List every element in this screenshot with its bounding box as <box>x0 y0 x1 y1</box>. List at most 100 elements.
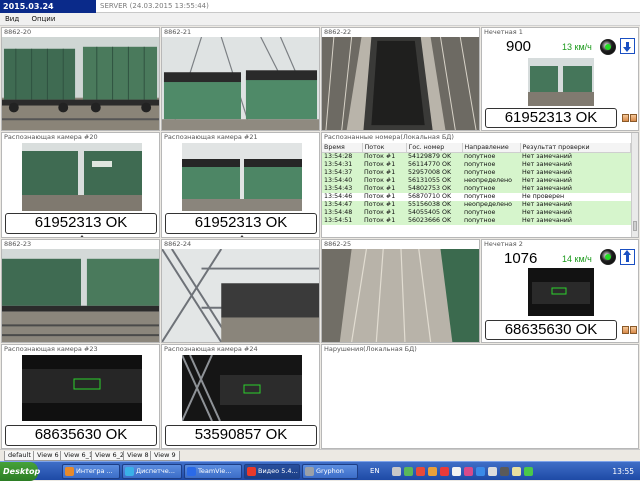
tray-icon[interactable] <box>440 467 449 476</box>
tray-icon[interactable] <box>464 467 473 476</box>
title-bar: 2015.03.24 13:55:45:149 SERVER (24.03.20… <box>0 0 640 24</box>
task-gryphon[interactable]: Gryphon <box>302 464 358 479</box>
settings-icon[interactable] <box>622 326 629 334</box>
col-direction[interactable]: Направление <box>462 143 521 153</box>
tray-icon[interactable] <box>416 467 425 476</box>
table-row[interactable]: 13:54:51 Поток #1 56023666 OK попутное Нет з… <box>322 216 631 225</box>
tray-icon[interactable] <box>500 467 509 476</box>
camera-8862-25[interactable]: 8862-25 <box>321 239 480 343</box>
tab-view-6[interactable]: View 6 <box>33 451 63 461</box>
task-teamviewer[interactable]: TeamVie... <box>184 464 242 479</box>
recog-camera-24-number: 53590857 OK <box>165 425 317 446</box>
settings-icon[interactable] <box>630 326 637 334</box>
table-cell-time: 13:54:51 <box>322 216 362 225</box>
table-row[interactable]: 13:54:31 Поток #1 56114770 OK попутное Нет з… <box>322 160 631 169</box>
tray-icon[interactable] <box>428 467 437 476</box>
col-stream[interactable]: Поток <box>362 143 407 153</box>
odd-track-2-snapshot <box>528 268 594 316</box>
table-row[interactable]: 13:54:48 Поток #1 54055405 OK попутное Нет з… <box>322 208 631 217</box>
language-indicator[interactable]: EN <box>370 462 380 481</box>
camera-view <box>162 249 319 342</box>
view-tabs: default View 6 View 6_1 View 6_2 View 8 … <box>0 449 640 461</box>
table-row[interactable]: 13:54:43 Поток #1 54802753 OK попутное Нет з… <box>322 184 631 193</box>
table-cell-stream: Поток #1 <box>362 208 406 217</box>
tray-icon[interactable] <box>392 467 401 476</box>
camera-view <box>2 249 159 342</box>
table-row[interactable]: 13:54:37 Поток #1 52957008 OK попутное Нет з… <box>322 168 631 177</box>
camera-label: 8862-24 <box>164 240 192 248</box>
settings-icon[interactable] <box>622 114 629 122</box>
recog-camera-label: Распознающая камера #24 <box>164 345 258 353</box>
camera-view <box>322 249 479 342</box>
camera-label: 8862-21 <box>164 28 192 36</box>
col-time[interactable]: Время <box>322 143 363 153</box>
table-cell-result: Нет замечаний <box>520 184 631 193</box>
tray-icon[interactable] <box>476 467 485 476</box>
scrollbar[interactable] <box>631 133 638 237</box>
table-cell-direction: попутное <box>462 192 520 201</box>
tray-icon[interactable] <box>512 467 521 476</box>
task-dispatcher[interactable]: Диспетче... <box>122 464 182 479</box>
app-icon <box>125 467 134 476</box>
table-row[interactable]: 13:54:28 Поток #1 54129879 OK попутное Нет з… <box>322 152 631 161</box>
tray-icon[interactable] <box>488 467 497 476</box>
tab-default[interactable]: default <box>4 451 35 461</box>
col-number[interactable]: Гос. номер <box>406 143 463 153</box>
clock: 13:55 <box>612 467 634 476</box>
arrow-up-icon[interactable] <box>620 249 635 265</box>
menu-options[interactable]: Опции <box>26 13 60 26</box>
table-cell-result: Нет замечаний <box>520 176 631 185</box>
camera-8862-20[interactable]: 8862-20 <box>1 27 160 131</box>
col-result[interactable]: Результат проверки <box>520 143 631 153</box>
tab-view-9[interactable]: View 9 <box>150 451 180 461</box>
recog-camera-23[interactable]: Распознающая камера #23 68635630 OK <box>1 344 160 449</box>
camera-8862-21[interactable]: 8862-21 <box>161 27 320 131</box>
odd-track-2-count: 1076 <box>504 250 538 267</box>
table-cell-direction: попутное <box>462 168 520 177</box>
recog-camera-20[interactable]: Распознающая камера #20 61952313 OK <box>1 132 160 238</box>
recognized-numbers-table[interactable]: Время Поток Гос. номер Направление Резул… <box>322 143 631 237</box>
table-cell-direction: попутное <box>462 208 520 217</box>
recog-camera-view <box>181 354 302 422</box>
arrow-down-icon[interactable] <box>620 38 635 54</box>
odd-track-2-number: 68635630 OK <box>485 320 617 340</box>
table-row[interactable]: 13:54:47 Поток #1 55156038 OK неопределено Н… <box>322 200 631 209</box>
start-button[interactable]: Desktop <box>0 462 40 481</box>
table-cell-stream: Поток #1 <box>362 200 406 209</box>
table-cell-number: 52957008 OK <box>406 168 462 177</box>
tray-icon[interactable] <box>404 467 413 476</box>
table-cell-number: 55156038 OK <box>406 200 462 209</box>
settings-icon[interactable] <box>630 114 637 122</box>
task-video[interactable]: Видео 5.4... <box>244 464 300 479</box>
camera-label: 8862-23 <box>4 240 32 248</box>
camera-label: 8862-25 <box>324 240 352 248</box>
odd-track-1-panel: Нечетная 1 900 13 км/ч 61952313 OK <box>481 27 639 131</box>
table-cell-result: Не проверен <box>520 192 631 201</box>
expand-icon[interactable] <box>239 235 245 237</box>
menu-view[interactable]: Вид <box>0 13 24 26</box>
table-cell-stream: Поток #1 <box>362 184 406 193</box>
table-cell-time: 13:54:43 <box>322 184 362 193</box>
table-cell-result: Нет замечаний <box>520 160 631 169</box>
expand-icon[interactable] <box>79 235 85 237</box>
traffic-light-icon <box>600 249 616 265</box>
tab-view-8[interactable]: View 8 <box>123 451 153 461</box>
menu-bar: Вид Опции <box>0 13 640 26</box>
table-row[interactable]: 13:54:40 Поток #1 56131055 OK неопределено Н… <box>322 176 631 185</box>
tray-icon[interactable] <box>452 467 461 476</box>
odd-track-1-number: 61952313 OK <box>485 108 617 128</box>
app-icon <box>65 467 74 476</box>
table-cell-time: 13:54:48 <box>322 208 362 217</box>
recog-camera-21[interactable]: Распознающая камера #21 61952313 OK <box>161 132 320 238</box>
table-row[interactable]: 13:54:46 Поток #1 56870710 OK попутное Не пр… <box>322 192 631 201</box>
table-cell-direction: неопределено <box>462 176 520 185</box>
table-cell-number: 54055405 OK <box>406 208 462 217</box>
camera-8862-23[interactable]: 8862-23 <box>1 239 160 343</box>
recog-camera-24[interactable]: Распознающая камера #24 53590857 OK <box>161 344 320 449</box>
app-icon <box>305 467 314 476</box>
task-integra[interactable]: Интегра ... <box>62 464 120 479</box>
tray-icon[interactable] <box>524 467 533 476</box>
timestamp: 2015.03.24 13:55:45:149 <box>0 0 96 24</box>
camera-8862-24[interactable]: 8862-24 <box>161 239 320 343</box>
camera-8862-22[interactable]: 8862-22 <box>321 27 480 131</box>
